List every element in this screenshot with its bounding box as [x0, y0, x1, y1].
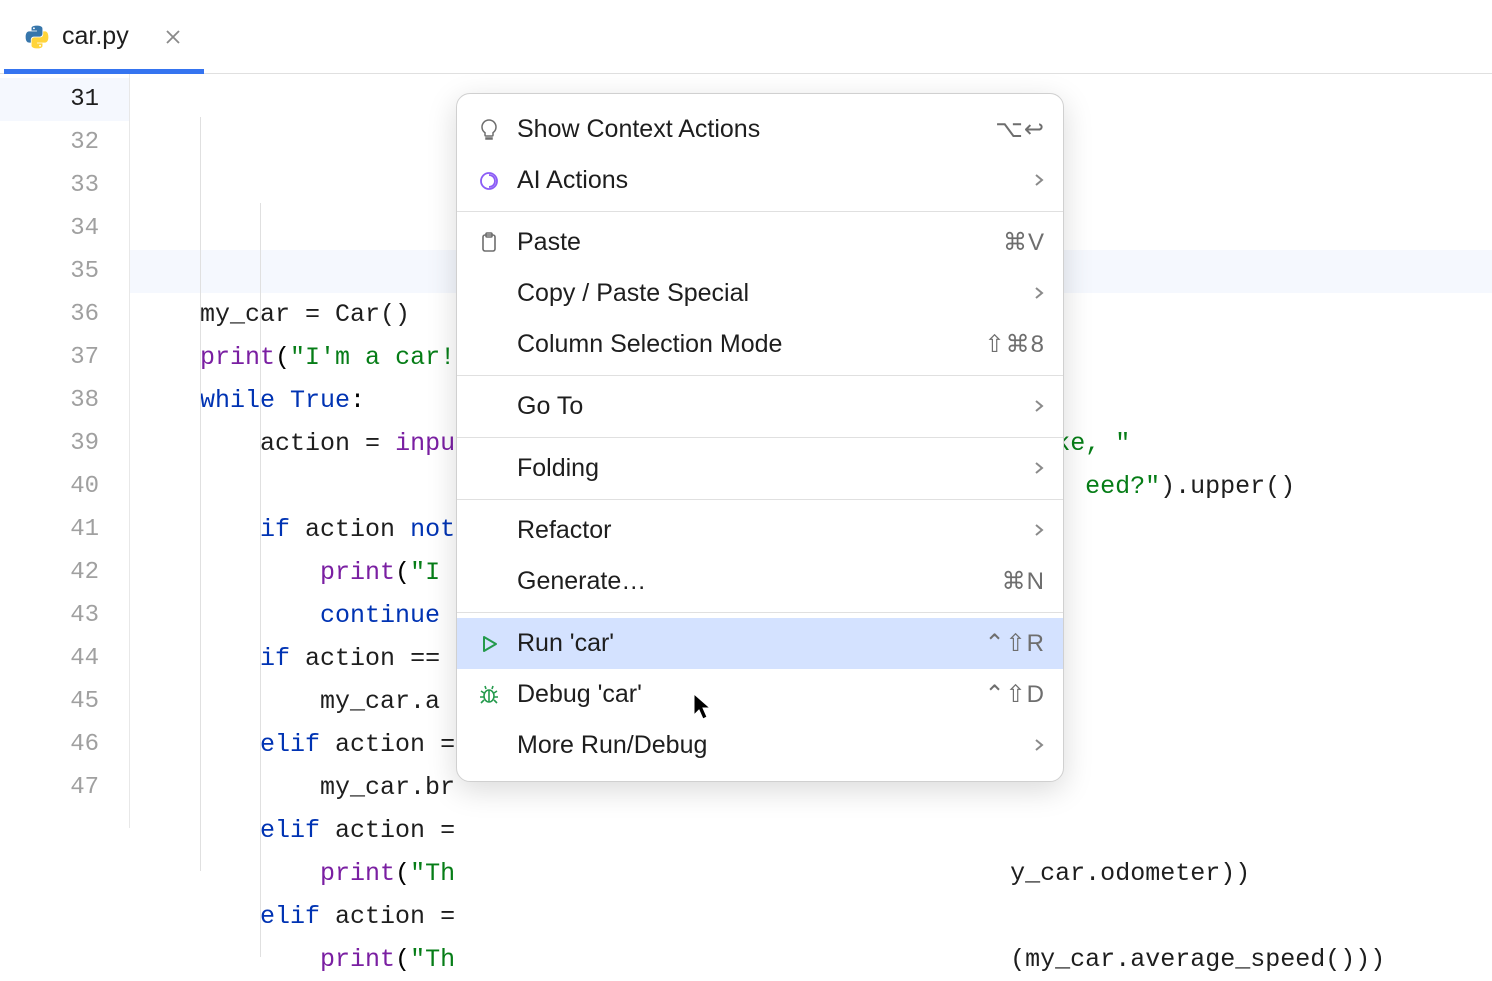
- menu-item-folding[interactable]: Folding: [457, 443, 1063, 494]
- menu-icon-spacer: [475, 331, 503, 359]
- chevron-right-icon: [1033, 516, 1045, 545]
- menu-item-run-car-[interactable]: Run 'car'⌃⇧R: [457, 618, 1063, 669]
- chevron-right-icon: [1033, 392, 1045, 421]
- line-number[interactable]: 32: [0, 121, 129, 164]
- play-icon: [475, 630, 503, 658]
- menu-item-copy-paste-special[interactable]: Copy / Paste Special: [457, 268, 1063, 319]
- code-line[interactable]: print("Th (my_car.average_speed())): [130, 938, 1492, 981]
- menu-separator: [457, 211, 1063, 212]
- menu-item-show-context-actions[interactable]: Show Context Actions⌥↩: [457, 104, 1063, 155]
- menu-item-generate-[interactable]: Generate…⌘N: [457, 556, 1063, 607]
- ai-icon: [475, 167, 503, 195]
- code-line[interactable]: elif action =: [130, 809, 1492, 852]
- menu-shortcut: ⌃⇧D: [984, 680, 1045, 709]
- clipboard-icon: [475, 229, 503, 257]
- line-number[interactable]: 45: [0, 680, 129, 723]
- code-line[interactable]: print("Th y_car.odometer)): [130, 852, 1492, 895]
- menu-item-label: AI Actions: [517, 166, 1033, 195]
- menu-icon-spacer: [475, 280, 503, 308]
- menu-icon-spacer: [475, 517, 503, 545]
- bug-icon: [475, 681, 503, 709]
- line-number-gutter: 3132333435363738394041424344454647: [0, 74, 130, 828]
- line-number[interactable]: 44: [0, 637, 129, 680]
- python-file-icon: [24, 24, 50, 50]
- menu-item-paste[interactable]: Paste⌘V: [457, 217, 1063, 268]
- line-number[interactable]: 47: [0, 766, 129, 809]
- line-number[interactable]: 31: [0, 78, 129, 121]
- menu-icon-spacer: [475, 732, 503, 760]
- menu-item-debug-car-[interactable]: Debug 'car'⌃⇧D: [457, 669, 1063, 720]
- line-number[interactable]: 41: [0, 508, 129, 551]
- editor-tab-bar: car.py: [0, 0, 1492, 74]
- menu-item-label: Generate…: [517, 567, 1002, 596]
- line-number[interactable]: 35: [0, 250, 129, 293]
- menu-shortcut: ⌥↩: [995, 115, 1045, 144]
- line-number[interactable]: 37: [0, 336, 129, 379]
- line-number[interactable]: 40: [0, 465, 129, 508]
- tab-filename: car.py: [62, 22, 129, 51]
- menu-item-column-selection-mode[interactable]: Column Selection Mode⇧⌘8: [457, 319, 1063, 370]
- menu-icon-spacer: [475, 568, 503, 596]
- menu-icon-spacer: [475, 393, 503, 421]
- menu-item-label: Refactor: [517, 516, 1033, 545]
- line-number[interactable]: 43: [0, 594, 129, 637]
- line-number[interactable]: 42: [0, 551, 129, 594]
- chevron-right-icon: [1033, 279, 1045, 308]
- bulb-icon: [475, 116, 503, 144]
- menu-item-refactor[interactable]: Refactor: [457, 505, 1063, 556]
- menu-item-label: Column Selection Mode: [517, 330, 985, 359]
- chevron-right-icon: [1033, 166, 1045, 195]
- editor-tab[interactable]: car.py: [4, 0, 205, 73]
- line-number[interactable]: 38: [0, 379, 129, 422]
- menu-item-label: Show Context Actions: [517, 115, 995, 144]
- menu-shortcut: ⌘N: [1002, 567, 1045, 596]
- menu-item-label: Folding: [517, 454, 1033, 483]
- menu-separator: [457, 499, 1063, 500]
- menu-item-more-run-debug[interactable]: More Run/Debug: [457, 720, 1063, 771]
- line-number[interactable]: 46: [0, 723, 129, 766]
- menu-separator: [457, 612, 1063, 613]
- menu-item-label: More Run/Debug: [517, 731, 1033, 760]
- line-number[interactable]: 39: [0, 422, 129, 465]
- code-line[interactable]: elif action =: [130, 895, 1492, 938]
- menu-icon-spacer: [475, 455, 503, 483]
- menu-item-label: Copy / Paste Special: [517, 279, 1033, 308]
- line-number[interactable]: 36: [0, 293, 129, 336]
- line-number[interactable]: 33: [0, 164, 129, 207]
- editor-context-menu: Show Context Actions⌥↩ AI Actions Paste⌘V C…: [456, 93, 1064, 782]
- tab-close-icon[interactable]: [161, 25, 185, 49]
- menu-separator: [457, 437, 1063, 438]
- menu-item-label: Run 'car': [517, 629, 984, 658]
- menu-item-ai-actions[interactable]: AI Actions: [457, 155, 1063, 206]
- menu-item-label: Debug 'car': [517, 680, 984, 709]
- chevron-right-icon: [1033, 454, 1045, 483]
- menu-item-go-to[interactable]: Go To: [457, 381, 1063, 432]
- menu-shortcut: ⌘V: [1003, 228, 1045, 257]
- line-number[interactable]: 34: [0, 207, 129, 250]
- chevron-right-icon: [1033, 731, 1045, 760]
- menu-item-label: Paste: [517, 228, 1003, 257]
- menu-item-label: Go To: [517, 392, 1033, 421]
- menu-separator: [457, 375, 1063, 376]
- menu-shortcut: ⇧⌘8: [985, 330, 1045, 359]
- menu-shortcut: ⌃⇧R: [984, 629, 1045, 658]
